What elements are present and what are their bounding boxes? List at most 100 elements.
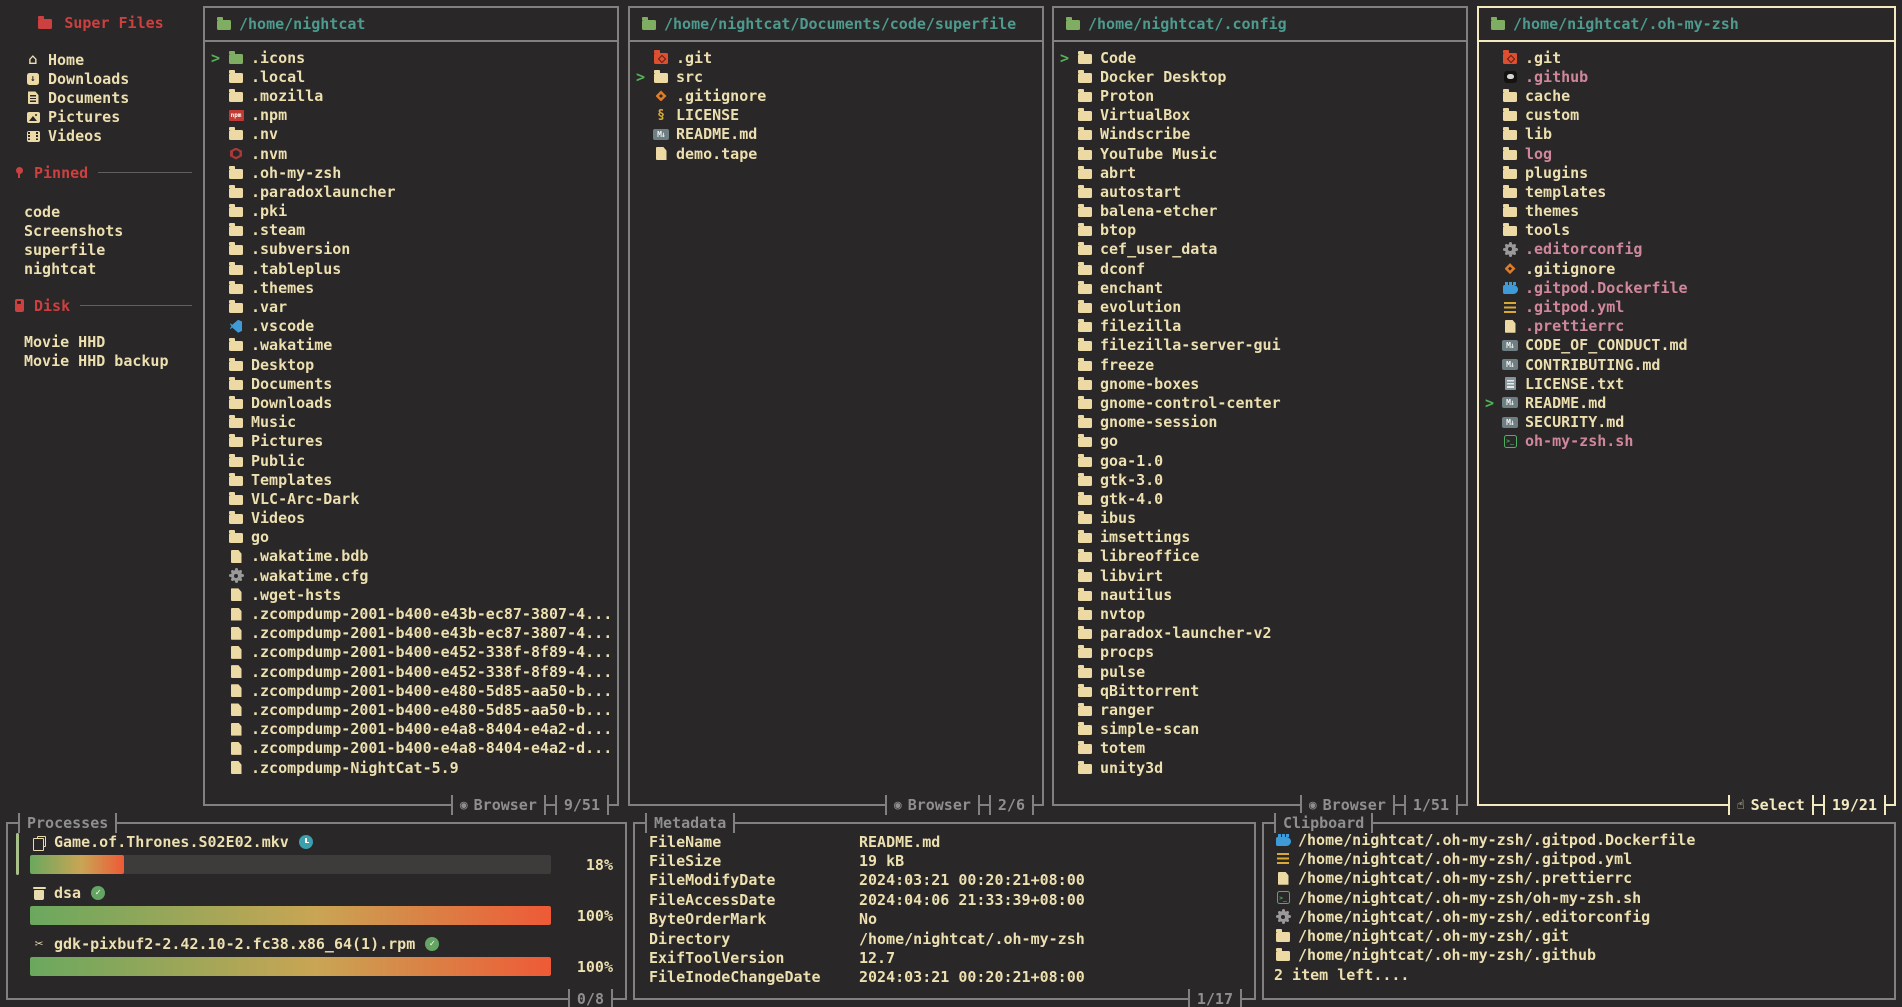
file-row[interactable]: M↓SECURITY.md (1483, 413, 1890, 432)
file-row[interactable]: cef_user_data (1058, 240, 1462, 259)
file-row[interactable]: §LICENSE (634, 106, 1038, 125)
file-row[interactable]: libreoffice (1058, 547, 1462, 566)
file-row[interactable]: >.icons (209, 48, 613, 67)
file-row[interactable]: Proton (1058, 86, 1462, 105)
file-row[interactable]: >_oh-my-zsh.sh (1483, 432, 1890, 451)
file-row[interactable]: imsettings (1058, 528, 1462, 547)
file-row[interactable]: .editorconfig (1483, 240, 1890, 259)
file-row[interactable]: simple-scan (1058, 720, 1462, 739)
file-row[interactable]: goa-1.0 (1058, 451, 1462, 470)
file-row[interactable]: freeze (1058, 355, 1462, 374)
file-row[interactable]: .subversion (209, 240, 613, 259)
sidebar-pinned-item[interactable]: code (24, 202, 200, 221)
file-row[interactable]: Music (209, 413, 613, 432)
file-row[interactable]: cache (1483, 86, 1890, 105)
file-row[interactable]: go (1058, 432, 1462, 451)
file-row[interactable]: .themes (209, 278, 613, 297)
file-row[interactable]: .gitignore (1483, 259, 1890, 278)
file-row[interactable]: libvirt (1058, 566, 1462, 585)
file-row[interactable]: plugins (1483, 163, 1890, 182)
file-row[interactable]: .gitignore (634, 86, 1038, 105)
file-row[interactable]: .zcompdump-2001-b400-e43b-ec87-3807-4... (209, 604, 613, 623)
file-row[interactable]: M↓README.md (634, 125, 1038, 144)
file-row[interactable]: .zcompdump-2001-b400-e4a8-8404-e4a2-d... (209, 720, 613, 739)
file-row[interactable]: Desktop (209, 355, 613, 374)
file-row[interactable]: >Code (1058, 48, 1462, 67)
sidebar-item-videos[interactable]: Videos (24, 127, 200, 146)
file-row[interactable]: gnome-session (1058, 413, 1462, 432)
file-row[interactable]: .wget-hsts (209, 585, 613, 604)
file-row[interactable]: .zcompdump-2001-b400-e480-5d85-aa50-b... (209, 681, 613, 700)
file-row[interactable]: qBittorrent (1058, 681, 1462, 700)
file-row[interactable]: .tableplus (209, 259, 613, 278)
file-row[interactable]: ranger (1058, 700, 1462, 719)
file-row[interactable]: M↓CODE_OF_CONDUCT.md (1483, 336, 1890, 355)
file-row[interactable]: ibus (1058, 509, 1462, 528)
file-row[interactable]: >src (634, 67, 1038, 86)
file-row[interactable]: autostart (1058, 182, 1462, 201)
file-row[interactable]: gnome-boxes (1058, 374, 1462, 393)
file-row[interactable]: tools (1483, 221, 1890, 240)
file-row[interactable]: evolution (1058, 297, 1462, 316)
file-row[interactable]: .git (1483, 48, 1890, 67)
file-row[interactable]: .wakatime.bdb (209, 547, 613, 566)
file-row[interactable]: .paradoxlauncher (209, 182, 613, 201)
file-row[interactable]: themes (1483, 202, 1890, 221)
file-row[interactable]: .github (1483, 67, 1890, 86)
file-row[interactable]: gtk-3.0 (1058, 470, 1462, 489)
file-row[interactable]: .git (634, 48, 1038, 67)
file-row[interactable]: M↓CONTRIBUTING.md (1483, 355, 1890, 374)
file-row[interactable]: .gitpod.Dockerfile (1483, 278, 1890, 297)
file-row[interactable]: .zcompdump-2001-b400-e480-5d85-aa50-b... (209, 700, 613, 719)
file-row[interactable]: .zcompdump-2001-b400-e452-338f-8f89-4... (209, 662, 613, 681)
sidebar-item-home[interactable]: ⌂Home (24, 50, 200, 69)
file-row[interactable]: demo.tape (634, 144, 1038, 163)
file-row[interactable]: Documents (209, 374, 613, 393)
file-row[interactable]: filezilla-server-gui (1058, 336, 1462, 355)
sidebar-item-documents[interactable]: Documents (24, 88, 200, 107)
sidebar-pinned-item[interactable]: superfile (24, 240, 200, 259)
file-row[interactable]: nautilus (1058, 585, 1462, 604)
file-row[interactable]: .oh-my-zsh (209, 163, 613, 182)
file-row[interactable]: filezilla (1058, 317, 1462, 336)
file-row[interactable]: unity3d (1058, 758, 1462, 777)
file-row[interactable]: .nvm (209, 144, 613, 163)
file-row[interactable]: .var (209, 297, 613, 316)
file-row[interactable]: YouTube Music (1058, 144, 1462, 163)
sidebar-pinned-item[interactable]: Screenshots (24, 221, 200, 240)
file-row[interactable]: Downloads (209, 393, 613, 412)
file-row[interactable]: pulse (1058, 662, 1462, 681)
file-row[interactable]: go (209, 528, 613, 547)
file-row[interactable]: VirtualBox (1058, 106, 1462, 125)
file-row[interactable]: .gitpod.yml (1483, 297, 1890, 316)
sidebar-pinned-item[interactable]: nightcat (24, 260, 200, 279)
file-row[interactable]: Windscribe (1058, 125, 1462, 144)
file-row[interactable]: .wakatime (209, 336, 613, 355)
file-row[interactable]: .zcompdump-NightCat-5.9 (209, 758, 613, 777)
file-row[interactable]: abrt (1058, 163, 1462, 182)
file-row[interactable]: dconf (1058, 259, 1462, 278)
file-row[interactable]: enchant (1058, 278, 1462, 297)
file-row[interactable]: balena-etcher (1058, 202, 1462, 221)
sidebar-item-pictures[interactable]: Pictures (24, 108, 200, 127)
file-row[interactable]: .zcompdump-2001-b400-e452-338f-8f89-4... (209, 643, 613, 662)
file-row[interactable]: gnome-control-center (1058, 393, 1462, 412)
file-row[interactable]: lib (1483, 125, 1890, 144)
file-row[interactable]: custom (1483, 106, 1890, 125)
file-row[interactable]: Pictures (209, 432, 613, 451)
file-row[interactable]: .nv (209, 125, 613, 144)
file-row[interactable]: .prettierrc (1483, 317, 1890, 336)
file-row[interactable]: Docker Desktop (1058, 67, 1462, 86)
file-row[interactable]: >M↓README.md (1483, 393, 1890, 412)
file-row[interactable]: procps (1058, 643, 1462, 662)
file-row[interactable]: .vscode (209, 317, 613, 336)
file-row[interactable]: nvtop (1058, 604, 1462, 623)
file-row[interactable]: gtk-4.0 (1058, 489, 1462, 508)
file-row[interactable]: log (1483, 144, 1890, 163)
file-row[interactable]: VLC-Arc-Dark (209, 489, 613, 508)
sidebar-disk-item[interactable]: Movie HHD (24, 333, 200, 352)
file-row[interactable]: Videos (209, 509, 613, 528)
sidebar-disk-item[interactable]: Movie HHD backup (24, 352, 200, 371)
file-row[interactable]: .pki (209, 202, 613, 221)
file-row[interactable]: Public (209, 451, 613, 470)
